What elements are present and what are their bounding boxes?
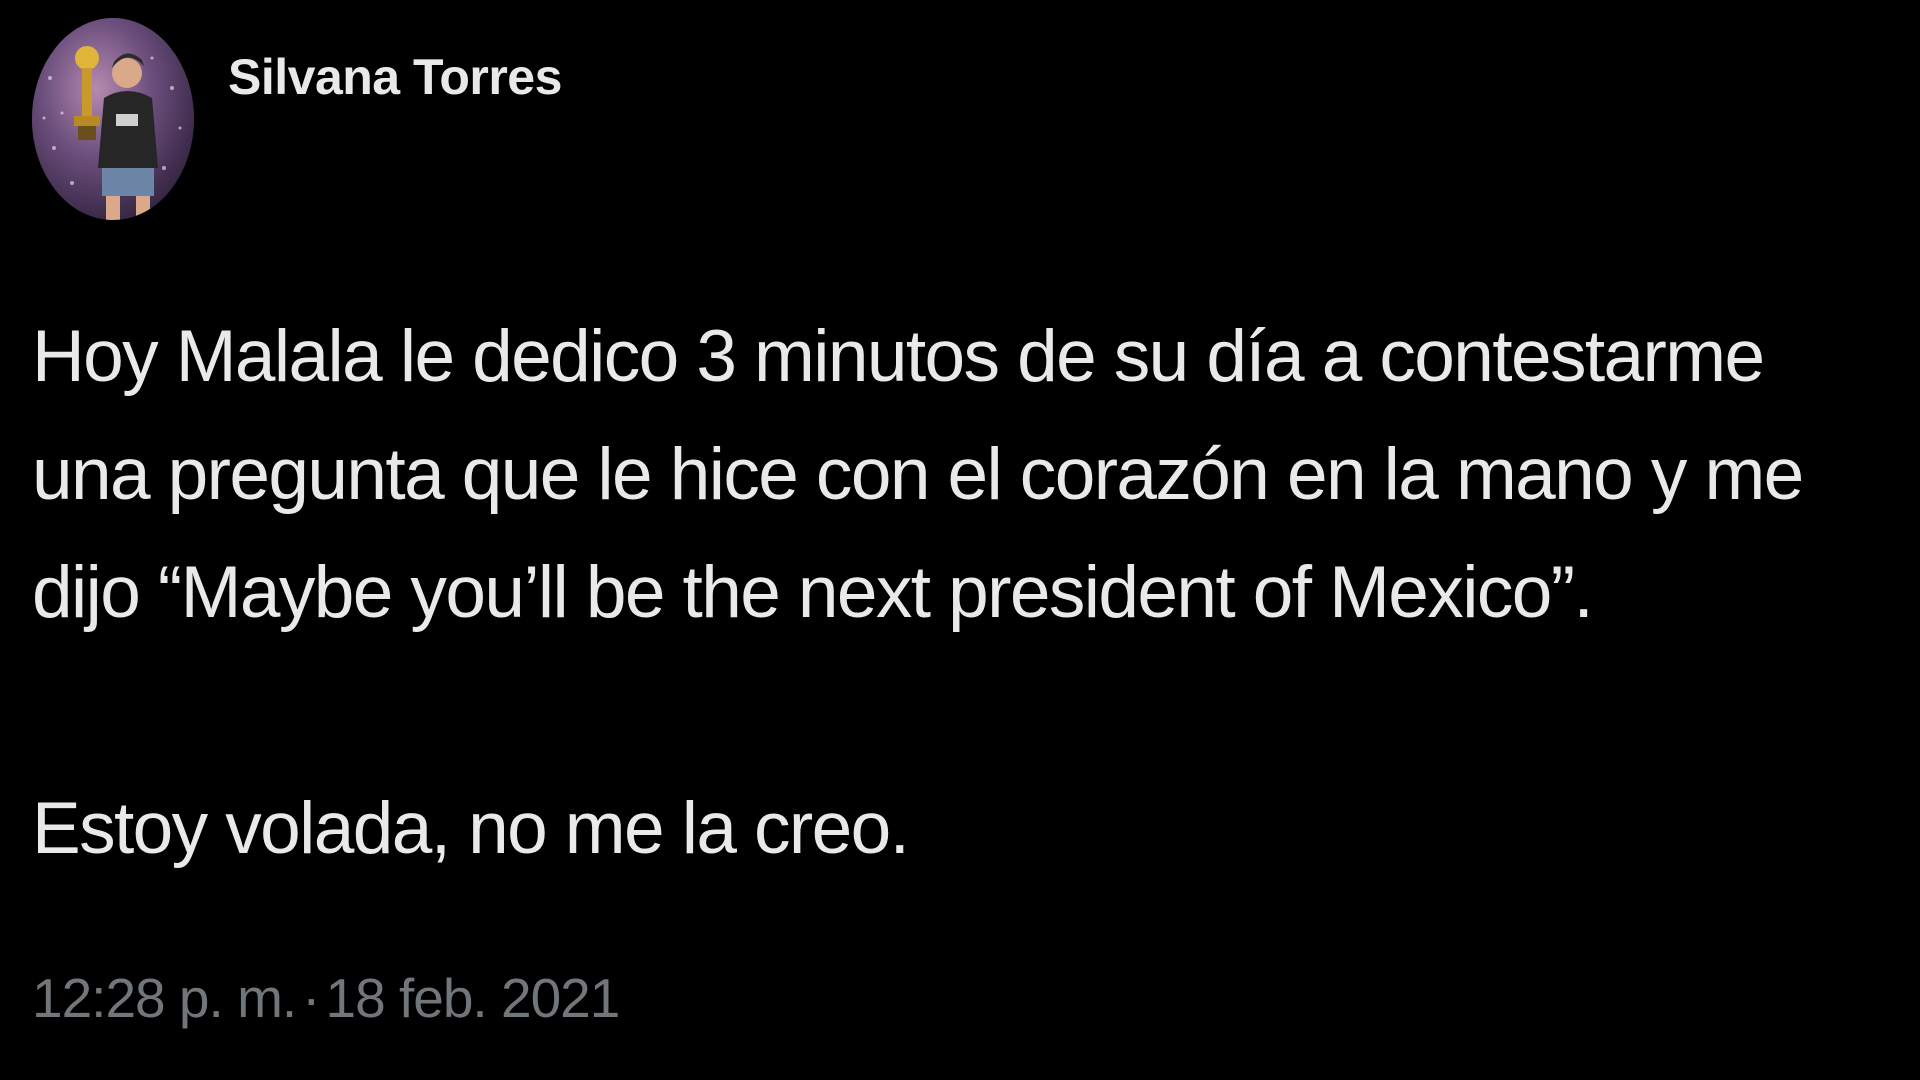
timestamp-separator: · <box>302 967 320 1029</box>
avatar-photo <box>32 18 194 220</box>
tweet: Silvana Torres Hoy Malala le dedico 3 mi… <box>0 0 1920 1080</box>
tweet-time[interactable]: 12:28 p. m. <box>32 967 297 1029</box>
tweet-paragraph-2: Estoy volada, no me la creo. <box>32 788 910 869</box>
avatar[interactable] <box>32 18 194 220</box>
tweet-date[interactable]: 18 feb. 2021 <box>326 967 621 1029</box>
tweet-header: Silvana Torres <box>228 48 562 106</box>
tweet-text: Hoy Malala le dedico 3 minutos de su día… <box>32 298 1892 888</box>
tweet-timestamp: 12:28 p. m. · 18 feb. 2021 <box>32 966 621 1030</box>
tweet-paragraph-1: Hoy Malala le dedico 3 minutos de su día… <box>32 316 1804 633</box>
author-display-name[interactable]: Silvana Torres <box>228 48 562 106</box>
